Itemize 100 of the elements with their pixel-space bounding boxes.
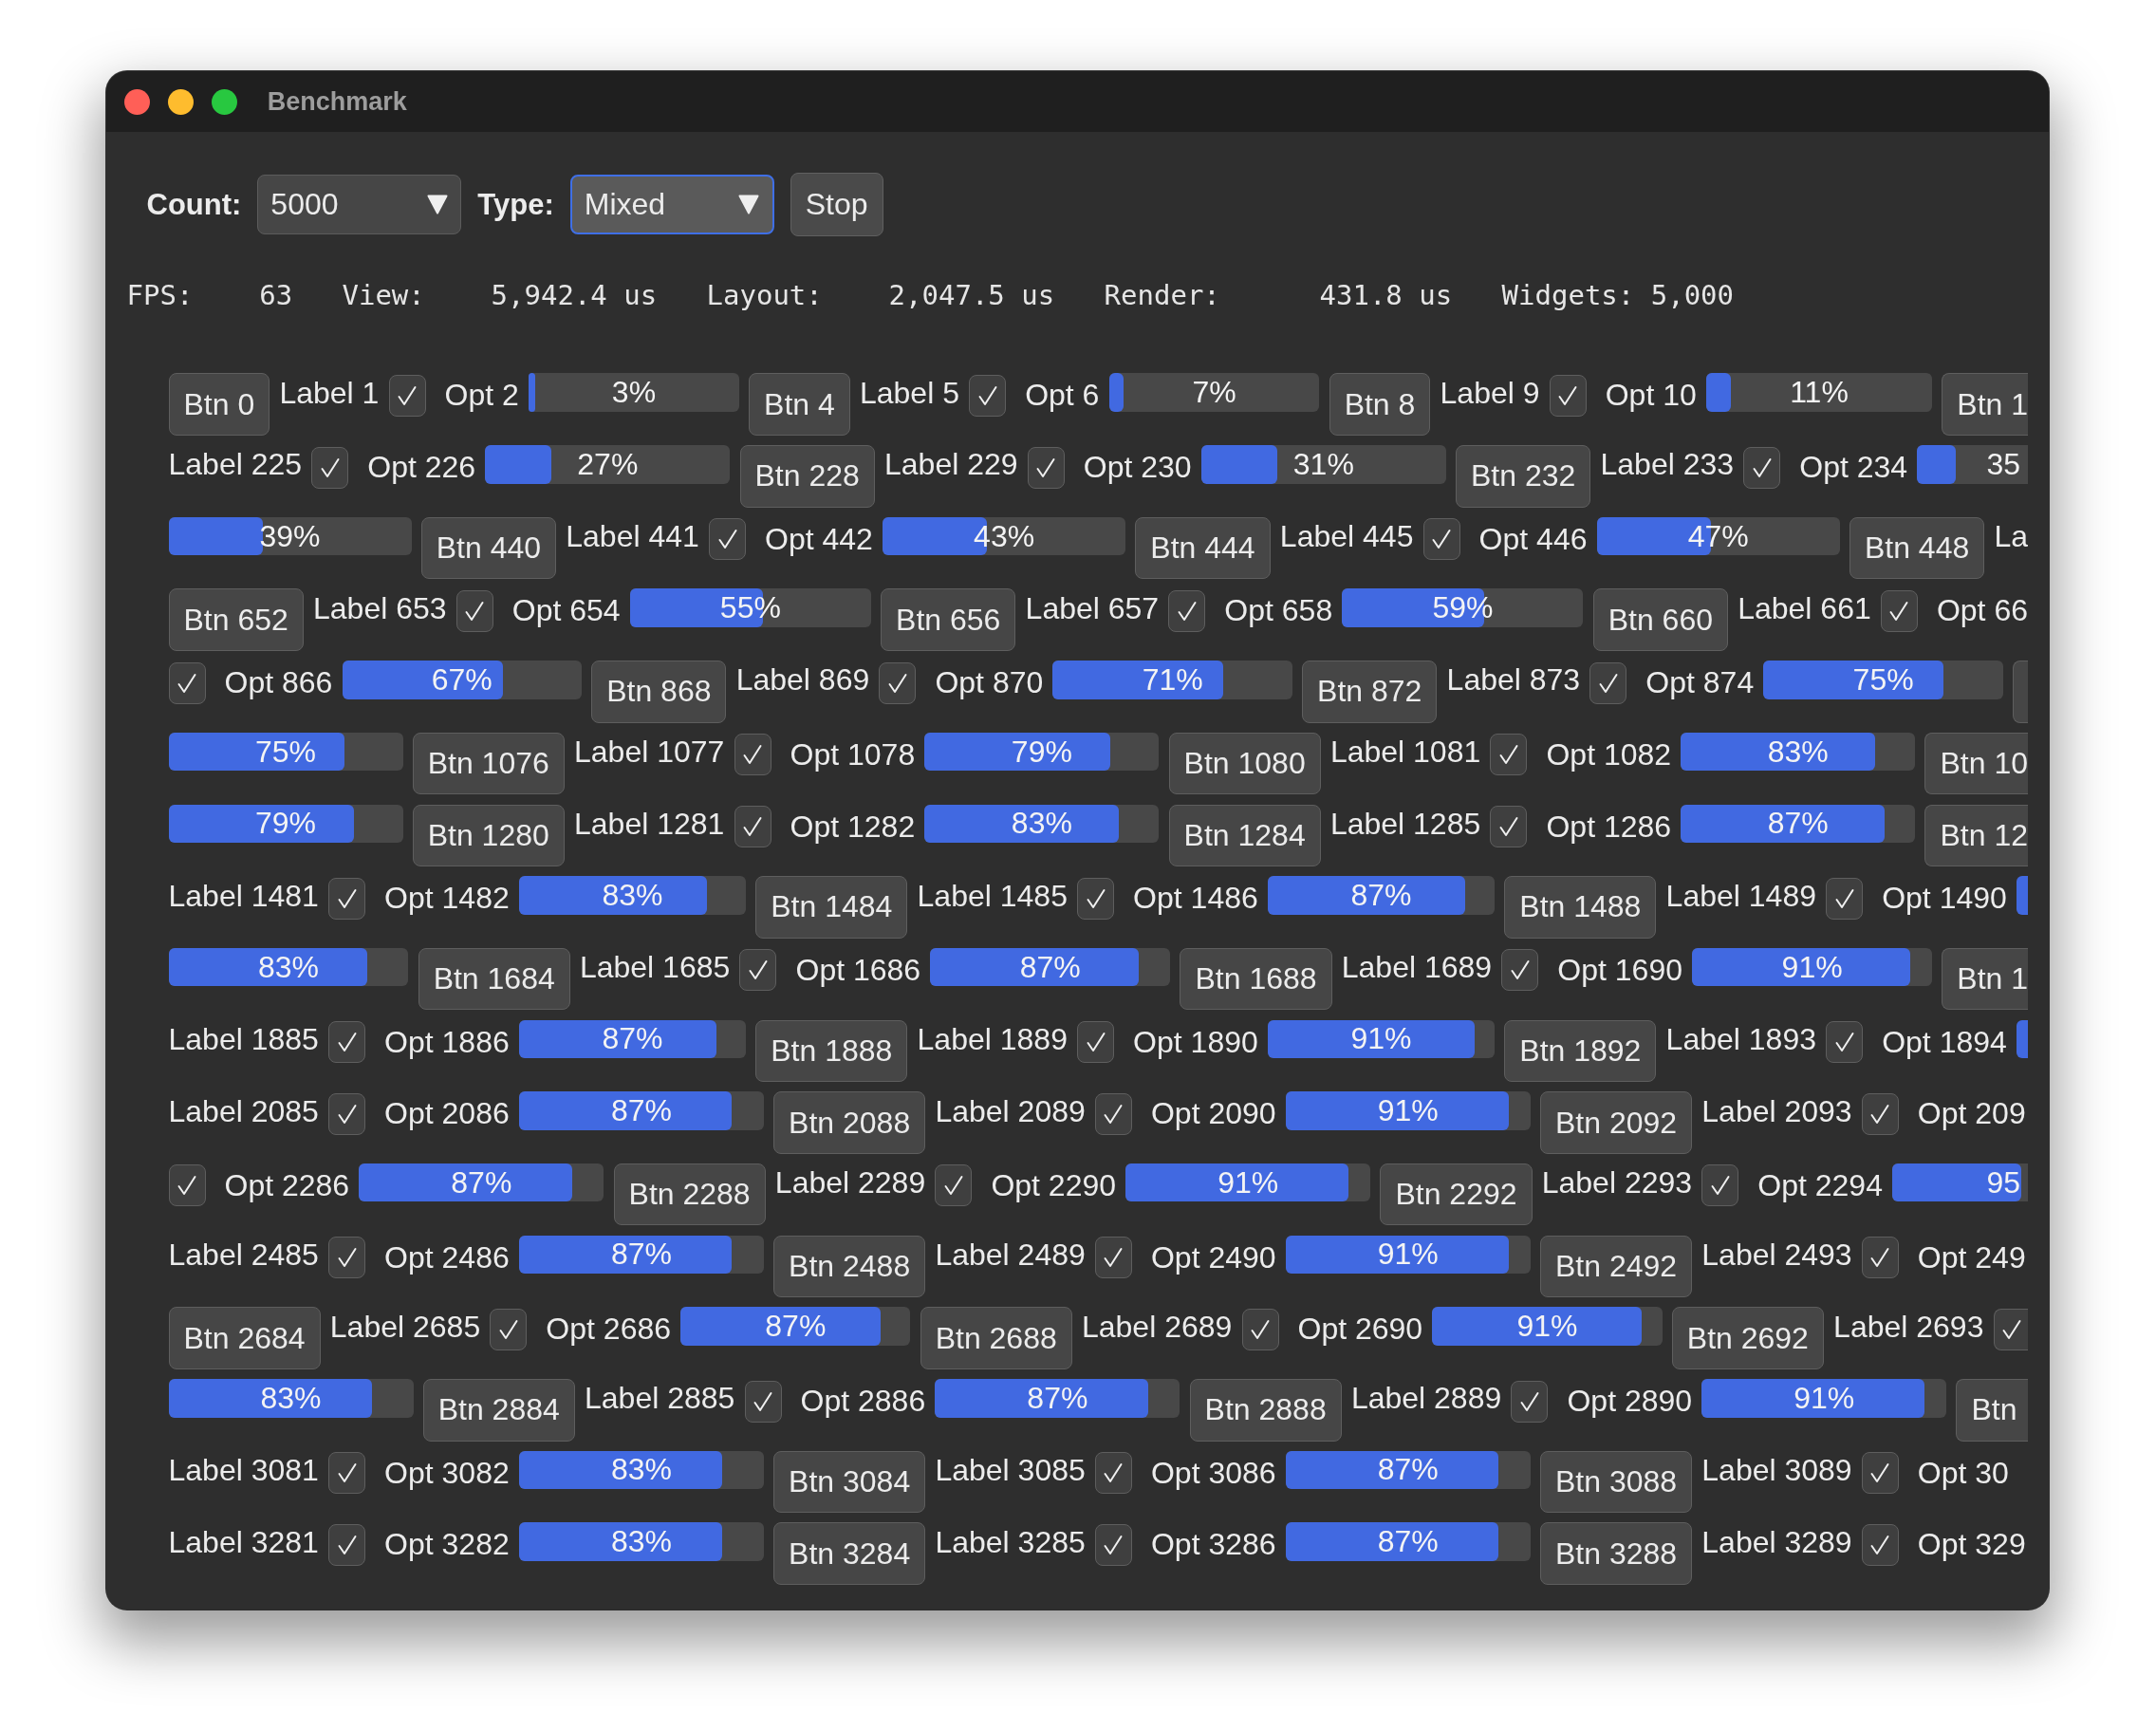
checkbox[interactable] [328, 1237, 366, 1279]
widget-button[interactable]: Btn 1484 [755, 876, 908, 939]
checkbox[interactable] [311, 446, 349, 489]
checkbox[interactable] [1993, 1308, 2028, 1350]
checkbox[interactable] [969, 374, 1007, 417]
widget-button[interactable]: Btn 1080 [1168, 732, 1321, 795]
checkbox[interactable] [1501, 949, 1539, 992]
widget-button[interactable]: Btn 2088 [773, 1091, 926, 1154]
widget-button[interactable]: Btn 1688 [1180, 947, 1332, 1011]
checkbox[interactable] [744, 1380, 782, 1423]
checkbox[interactable] [1743, 446, 1781, 489]
widget-button[interactable]: Btn 1 [1942, 373, 2028, 436]
widget-label: Label 2693 [1833, 1309, 1984, 1345]
widget-button[interactable]: Btn 868 [591, 661, 727, 723]
checkbox[interactable] [1826, 877, 1864, 920]
maximize-icon[interactable] [212, 88, 238, 115]
checkbox[interactable] [328, 1523, 366, 1566]
widget-button[interactable]: Btn 2688 [920, 1307, 1072, 1369]
minimize-icon[interactable] [167, 88, 194, 115]
checkbox[interactable] [328, 1021, 366, 1064]
widget-button[interactable]: Btn 444 [1135, 516, 1271, 580]
widget-button[interactable]: Btn 1280 [412, 804, 565, 866]
widget-button[interactable]: Btn 2692 [1671, 1307, 1824, 1369]
widget-button[interactable]: Btn 2492 [1540, 1235, 1693, 1298]
checkbox[interactable] [739, 949, 777, 992]
widget-button[interactable]: Btn 3084 [773, 1450, 926, 1514]
checkbox[interactable] [1168, 589, 1206, 632]
widget-button[interactable]: Btn 2288 [613, 1163, 766, 1226]
checkmark-icon [320, 456, 340, 478]
widget-button[interactable]: Btn 2684 [168, 1307, 321, 1369]
checkbox[interactable] [1511, 1380, 1549, 1423]
dropdown[interactable]: Mixed [569, 175, 774, 234]
checkbox[interactable] [1094, 1523, 1132, 1566]
widget-label: Label 2493 [1701, 1237, 1852, 1273]
checkbox[interactable] [1094, 1092, 1132, 1135]
checkbox[interactable] [1094, 1452, 1132, 1495]
widget-button[interactable]: Btn 8 [1329, 373, 1431, 436]
widget-button[interactable]: Btn 2488 [773, 1235, 926, 1298]
checkbox[interactable] [1094, 1237, 1132, 1279]
widget-button[interactable]: Btn 4 [749, 373, 850, 436]
checkbox[interactable] [328, 1452, 366, 1495]
widget-button[interactable]: Btn 10 [1924, 732, 2028, 795]
widget-button[interactable]: Btn 1284 [1168, 804, 1321, 866]
checkbox[interactable] [1241, 1308, 1279, 1350]
checkmark-icon [1752, 456, 1772, 478]
widget-button[interactable]: Btn 232 [1456, 445, 1591, 508]
widget-button[interactable]: Btn 2884 [422, 1379, 575, 1442]
widget-button[interactable]: Btn 1892 [1504, 1019, 1657, 1083]
toolbar-button[interactable]: Stop [790, 173, 883, 236]
checkbox[interactable] [1027, 446, 1065, 489]
widget-button[interactable]: Btn 3284 [773, 1522, 926, 1585]
checkbox[interactable] [935, 1164, 973, 1207]
widget-button[interactable]: Btn 1076 [412, 732, 565, 795]
widget-button[interactable]: Btn 2888 [1189, 1379, 1342, 1442]
widget-button[interactable]: Btn 2292 [1380, 1163, 1533, 1226]
checkbox[interactable] [1861, 1523, 1899, 1566]
checkbox[interactable] [388, 374, 426, 417]
widget-button[interactable]: Btn 3288 [1540, 1522, 1693, 1585]
checkbox[interactable] [1861, 1452, 1899, 1495]
checkbox[interactable] [1701, 1164, 1739, 1207]
checkbox[interactable] [168, 1164, 206, 1207]
widget-button[interactable]: Btn 656 [881, 588, 1016, 651]
widget-button[interactable]: Btn 448 [1849, 516, 1985, 580]
checkbox[interactable] [1077, 877, 1115, 920]
checkbox[interactable] [1422, 518, 1460, 561]
checkbox[interactable] [1490, 734, 1528, 776]
widget-button[interactable]: Btn 1488 [1504, 876, 1657, 939]
checkbox[interactable] [1861, 1092, 1899, 1135]
checkbox[interactable] [455, 589, 493, 632]
checkbox[interactable] [1077, 1021, 1115, 1064]
checkbox[interactable] [328, 877, 366, 920]
widget-button[interactable]: Btn [1956, 1379, 2028, 1442]
widget-button[interactable]: Btn 228 [739, 445, 875, 508]
widget-button[interactable]: Btn 3088 [1540, 1450, 1693, 1514]
widget-button[interactable]: Btn 2092 [1540, 1091, 1693, 1154]
checkbox[interactable] [734, 734, 771, 776]
widget-button[interactable]: Btn 872 [1302, 661, 1438, 723]
widget-button[interactable]: Btn 652 [168, 588, 304, 651]
widget-button[interactable]: Btn 440 [420, 516, 557, 580]
checkbox[interactable] [709, 518, 747, 561]
checkbox[interactable] [1490, 806, 1528, 847]
dropdown[interactable]: 5000 [257, 175, 462, 234]
widget-button[interactable]: Btn 0 [168, 373, 270, 436]
widget-button[interactable]: Btn 1888 [755, 1019, 908, 1083]
checkbox[interactable] [1880, 589, 1918, 632]
widget-button[interactable]: Btn 1 [1942, 947, 2028, 1011]
checkbox[interactable] [734, 806, 771, 847]
widget-button[interactable]: Btn 1684 [418, 947, 570, 1011]
checkbox[interactable] [879, 661, 917, 704]
checkbox[interactable] [1589, 661, 1627, 704]
widget-button[interactable]: Btn 12 [1924, 804, 2028, 866]
checkbox[interactable] [1861, 1237, 1899, 1279]
checkbox[interactable] [1549, 374, 1587, 417]
close-icon[interactable] [123, 88, 150, 115]
checkbox[interactable] [490, 1308, 528, 1350]
checkmark-icon [1510, 959, 1530, 981]
checkbox[interactable] [328, 1092, 366, 1135]
checkbox[interactable] [168, 661, 206, 704]
checkbox[interactable] [1826, 1021, 1864, 1064]
widget-button[interactable]: Btn 660 [1592, 588, 1728, 651]
